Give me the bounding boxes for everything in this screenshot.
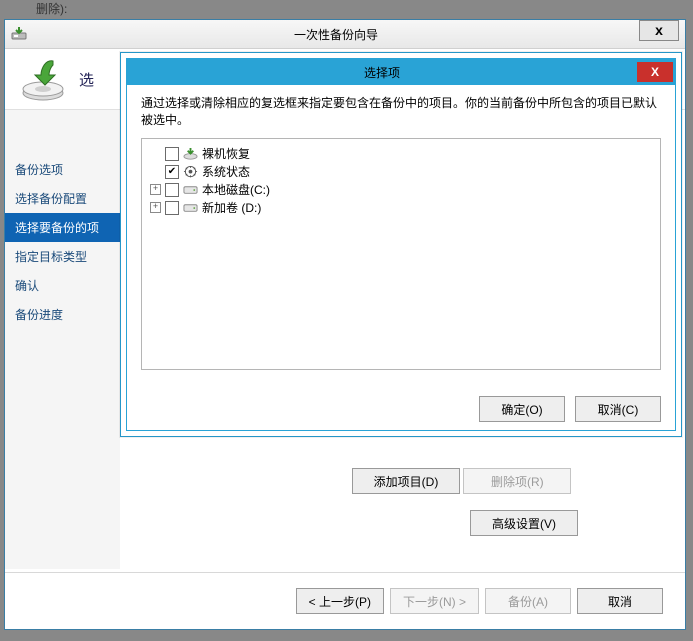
system-state-icon [183, 165, 198, 178]
dialog-footer: 确定(O) 取消(C) [127, 396, 675, 422]
sidebar-step[interactable]: 选择备份配置 [5, 184, 120, 213]
wizard-sidebar: 备份选项 选择备份配置 选择要备份的项 指定目标类型 确认 备份进度 [5, 110, 120, 569]
sidebar-step[interactable]: 确认 [5, 271, 120, 300]
recovery-icon [183, 147, 198, 160]
dialog-close-button[interactable]: X [637, 62, 673, 82]
sidebar-step[interactable]: 指定目标类型 [5, 242, 120, 271]
disk-icon [183, 183, 198, 196]
dialog-cancel-button[interactable]: 取消(C) [575, 396, 661, 422]
checkbox[interactable] [165, 183, 179, 197]
sidebar-step[interactable]: 备份进度 [5, 300, 120, 329]
cancel-button[interactable]: 取消 [577, 588, 663, 614]
dialog-description: 通过选择或清除相应的复选框来指定要包含在备份中的项目。你的当前备份中所包含的项目… [141, 95, 661, 130]
sidebar-step[interactable]: 备份选项 [5, 155, 120, 184]
checkbox[interactable] [165, 201, 179, 215]
select-items-dialog: 选择项 X 通过选择或清除相应的复选框来指定要包含在备份中的项目。你的当前备份中… [120, 52, 682, 437]
expander-icon[interactable]: + [150, 184, 161, 195]
checkbox[interactable] [165, 147, 179, 161]
sidebar-step[interactable]: 选择要备份的项 [5, 213, 120, 242]
backup-header-icon [19, 55, 67, 103]
expander-icon[interactable]: + [150, 202, 161, 213]
checkbox[interactable] [165, 165, 179, 179]
close-icon: X [651, 65, 659, 79]
close-icon: x [655, 23, 663, 37]
dialog-titlebar[interactable]: 选择项 X [127, 59, 675, 85]
wizard-footer: < 上一步(P) 下一步(N) > 备份(A) 取消 [5, 572, 685, 629]
ghost-label: 删除): [36, 0, 67, 17]
dialog-title: 选择项 [127, 64, 637, 81]
backup-button[interactable]: 备份(A) [485, 588, 571, 614]
tree-node-label: 裸机恢复 [202, 145, 250, 162]
tree-node[interactable]: 系统状态 [150, 163, 652, 181]
previous-button[interactable]: < 上一步(P) [296, 588, 384, 614]
tree-node[interactable]: + 新加卷 (D:) [150, 199, 652, 217]
tree-node-label: 系统状态 [202, 163, 250, 180]
tree-node-label: 新加卷 (D:) [202, 199, 261, 216]
wizard-title: 一次性备份向导 [33, 26, 639, 43]
tree-node[interactable]: + 本地磁盘(C:) [150, 181, 652, 199]
next-button[interactable]: 下一步(N) > [390, 588, 479, 614]
tree-node-label: 本地磁盘(C:) [202, 181, 270, 198]
wizard-titlebar[interactable]: 一次性备份向导 x [5, 20, 685, 49]
wizard-app-icon [11, 26, 27, 42]
add-item-button[interactable]: 添加项目(D) [352, 468, 460, 494]
advanced-settings-button[interactable]: 高级设置(V) [470, 510, 578, 536]
wizard-close-button[interactable]: x [639, 20, 679, 41]
tree-node[interactable]: 裸机恢复 [150, 145, 652, 163]
ok-button[interactable]: 确定(O) [479, 396, 565, 422]
wizard-step-heading: 选 [79, 69, 94, 90]
disk-icon [183, 201, 198, 214]
remove-item-button[interactable]: 删除项(R) [463, 468, 571, 494]
item-tree[interactable]: 裸机恢复 系统状态 + [141, 138, 661, 370]
